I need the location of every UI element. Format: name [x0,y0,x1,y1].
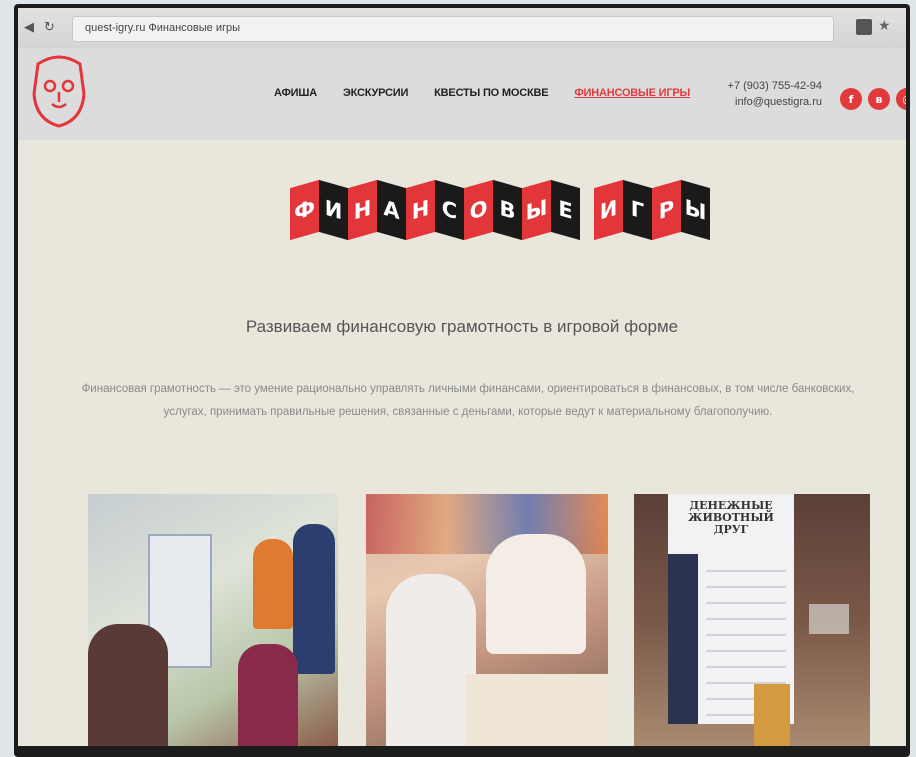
page-subtitle: Развиваем финансовую грамотность в игров… [245,317,679,336]
banner-letter: О [464,179,493,241]
site-header: АФИША ЭКСКУРСИИ КВЕСТЫ ПО МОСКВЕ ФИНАНСО… [18,48,906,140]
student-figure [386,574,476,746]
banner-letter: Г [623,179,652,241]
banner-letter: Н [348,179,377,241]
instagram-icon[interactable]: ◎ [896,88,906,110]
banner-letter: Ы [681,179,710,241]
banner-letter: В [493,179,522,241]
banner-letter: А [377,179,406,241]
pencil-cup [754,684,790,746]
nav-excursions[interactable]: ЭКСКУРСИИ [343,87,408,99]
phone-link[interactable]: +7 (903) 755-42-94 [712,78,822,94]
screen: ◀ ↻ quest-igry.ru Финансовые игры ★ АФИШ… [18,8,906,746]
nav-afisha[interactable]: АФИША [274,87,317,99]
person-white-shirt [486,534,586,654]
game-table [466,674,608,746]
photo-poster-stand[interactable]: ДЕНЕЖНЫЕ ЖИВОТНЫЙ ДРУГ [634,494,870,746]
financial-games-banner: ФИНАНСОВЫЕИГРЫ [290,179,710,241]
extension-icon[interactable] [856,19,872,35]
banner-letter: Р [652,179,681,241]
child-figure [238,644,298,746]
background-stand [809,604,849,634]
url-text: quest-igry.ru Финансовые игры [85,22,240,34]
browser-toolbar: ◀ ↻ quest-igry.ru Финансовые игры ★ [18,8,906,49]
main-nav: АФИША ЭКСКУРСИИ КВЕСТЫ ПО МОСКВЕ ФИНАНСО… [274,87,690,99]
person-left [88,624,168,746]
poster-sidebar [668,554,698,724]
banner-gap [580,184,594,236]
page-description: Финансовая грамотность — это умение раци… [81,383,855,418]
nav-quests-moscow[interactable]: КВЕСТЫ ПО МОСКВЕ [434,87,548,99]
poster-title: ДЕНЕЖНЫЕ ЖИВОТНЫЙ ДРУГ [688,499,774,536]
banner-letter: Ы [522,179,551,241]
person-orange [253,539,293,629]
banner-letter: С [435,179,464,241]
star-icon[interactable]: ★ [878,18,891,34]
banner-letter: И [594,179,623,241]
vk-icon[interactable]: в [868,88,890,110]
contacts: +7 (903) 755-42-94 info@questigra.ru [712,78,822,110]
facebook-icon[interactable]: f [840,88,862,110]
banner-letter: Ф [290,179,319,241]
back-arrow-icon[interactable]: ◀ [24,20,34,35]
person-blue [293,524,335,674]
photo-children-game[interactable] [88,494,338,746]
social-links: f в ◎ [840,88,906,110]
reload-icon[interactable]: ↻ [44,20,55,35]
banner-letter: Н [406,179,435,241]
address-bar[interactable]: quest-igry.ru Финансовые игры [72,16,834,42]
photo-students-table[interactable] [366,494,608,746]
banner-letter: Е [551,179,580,241]
email-link[interactable]: info@questigra.ru [712,94,822,110]
logo-icon[interactable] [30,54,88,128]
nav-financial-games[interactable]: ФИНАНСОВЫЕ ИГРЫ [574,87,690,99]
banner-letter: И [319,179,348,241]
